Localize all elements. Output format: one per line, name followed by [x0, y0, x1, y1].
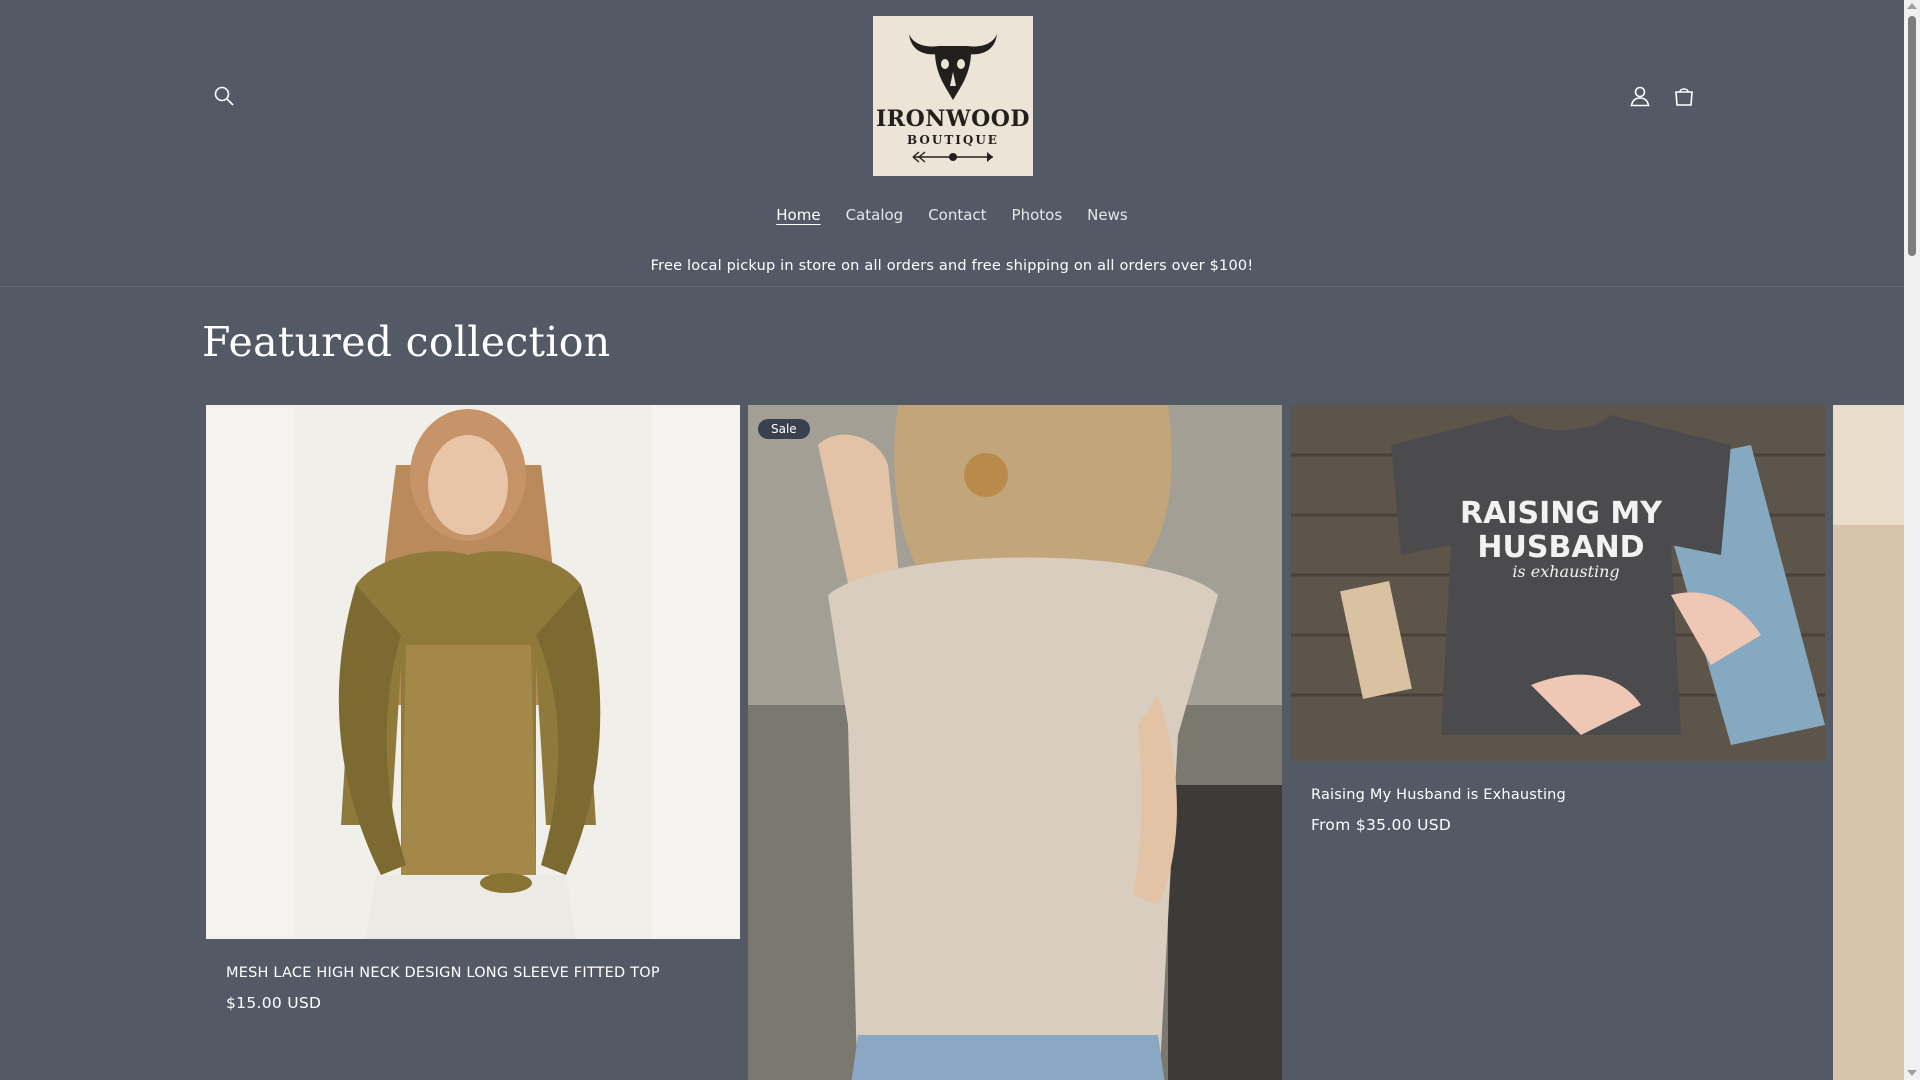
scroll-up-icon[interactable] [1907, 3, 1917, 9]
nav-home[interactable]: Home [776, 200, 820, 230]
account-icon [1630, 86, 1650, 107]
product-photo-partial [1833, 405, 1904, 1080]
scroll-thumb[interactable] [1908, 16, 1916, 256]
product-title[interactable]: Raising My Husband is Exhausting [1311, 787, 1566, 803]
arrow-ornament-icon [912, 151, 993, 163]
product-photo-lace-top [206, 405, 740, 939]
cart-icon [1675, 88, 1693, 106]
nav-contact[interactable]: Contact [928, 200, 986, 230]
product-price: $15.00 USD [226, 994, 322, 1012]
search-icon [214, 86, 234, 106]
bull-skull-icon [909, 34, 997, 100]
product-image[interactable] [1833, 405, 1904, 1080]
product-photo-knit-top [748, 405, 1282, 1080]
product-image[interactable] [748, 405, 1282, 1080]
product-image[interactable]: RAISING MY HUSBAND is exhausting [1291, 405, 1825, 761]
search-button[interactable] [202, 74, 246, 118]
store-logo[interactable]: IRONWOOD BOUTIQUE [873, 16, 1033, 176]
cart-button[interactable] [1662, 74, 1706, 118]
announcement-text: Free local pickup in store on all orders… [650, 258, 1254, 274]
sale-badge: Sale [758, 419, 810, 439]
logo-text-ironwood: IRONWOOD [876, 106, 1030, 132]
shirt-print-line1: RAISING MY [1460, 496, 1663, 531]
product-photo-tshirt: RAISING MY HUSBAND is exhausting [1291, 405, 1825, 761]
page: IRONWOOD BOUTIQUE Home Catalog Contact P… [0, 0, 1904, 1080]
product-price: From $35.00 USD [1311, 816, 1452, 834]
announcement-bar: Free local pickup in store on all orders… [0, 246, 1904, 287]
account-button[interactable] [1618, 74, 1662, 118]
nav-news[interactable]: News [1087, 200, 1128, 230]
page-scrollbar[interactable] [1904, 0, 1920, 1080]
nav-photos[interactable]: Photos [1012, 200, 1063, 230]
product-title[interactable]: MESH LACE HIGH NECK DESIGN LONG SLEEVE F… [226, 965, 660, 981]
scroll-down-icon[interactable] [1907, 1070, 1917, 1076]
main-nav: Home Catalog Contact Photos News [0, 200, 1904, 230]
nav-catalog[interactable]: Catalog [846, 200, 904, 230]
logo-text-boutique: BOUTIQUE [907, 133, 999, 147]
product-image[interactable] [206, 405, 740, 939]
shirt-print-line3: is exhausting [1512, 562, 1619, 581]
shirt-print-line2: HUSBAND [1477, 530, 1644, 565]
section-title: Featured collection [202, 318, 611, 366]
